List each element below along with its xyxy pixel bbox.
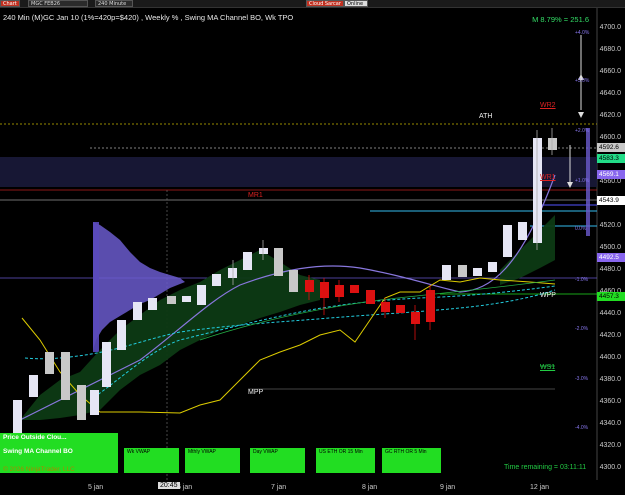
ws1-label: WS1 <box>540 364 556 371</box>
candle <box>289 270 298 292</box>
copyright-text: © 2026 NinjaTrader, LLC <box>3 466 75 473</box>
candle <box>148 298 157 310</box>
candle <box>117 320 126 350</box>
percent-marker: +2.0% <box>575 128 590 134</box>
mpp-label: MPP <box>248 389 264 396</box>
price-tick-label: 4680.0 <box>599 46 621 53</box>
candle <box>335 285 344 297</box>
overnight-range-band <box>0 157 597 187</box>
time-remaining: Time remaining = 03:11:11 <box>504 464 587 471</box>
price-chart[interactable] <box>0 0 625 495</box>
wr2-label: WR2 <box>540 102 556 109</box>
candle <box>197 285 206 305</box>
candle <box>473 268 482 276</box>
candle <box>243 252 252 270</box>
candle <box>228 268 237 278</box>
cursor-time-label: 20:45 <box>158 482 180 489</box>
price-tag: 4492.5 <box>597 253 625 262</box>
price-tag: 4592.6 <box>597 143 625 152</box>
price-tick-label: 4620.0 <box>599 112 621 119</box>
ath-label: ATH <box>479 113 493 120</box>
wk-vwap-button[interactable]: Wk VWAP <box>124 448 179 473</box>
date-tick-label: 9 jan <box>440 484 456 491</box>
price-tick-label: 4600.0 <box>599 134 621 141</box>
price-tick-label: 4640.0 <box>599 90 621 97</box>
gc-rth-or-button[interactable]: GC RTH OR 5 Min <box>382 448 441 473</box>
wr1-label: WR1 <box>540 174 556 181</box>
candle <box>29 375 38 397</box>
candle <box>182 296 191 302</box>
candle <box>77 385 86 420</box>
price-tick-label: 4520.0 <box>599 222 621 229</box>
price-tag: 4543.9 <box>597 196 625 205</box>
price-tick-label: 4560.0 <box>599 178 621 185</box>
candle <box>90 390 99 415</box>
price-tag: 4457.3 <box>597 292 625 301</box>
mthly-vwap-button[interactable]: Mthly VWAP <box>185 448 240 473</box>
candle <box>102 342 111 387</box>
candle <box>458 265 467 277</box>
price-tag: 4569.1 <box>597 170 625 179</box>
date-tick-label: 7 jan <box>271 484 287 491</box>
date-tick-label: 5 jan <box>88 484 104 491</box>
us-eth-or-button[interactable]: US ETH OR 15 Min <box>316 448 375 473</box>
candle <box>350 285 359 293</box>
price-tag: 4583.3 <box>597 154 625 163</box>
mr1-label: MR1 <box>248 192 263 199</box>
candle <box>274 248 283 276</box>
candle <box>61 352 70 400</box>
percent-marker: +3.0% <box>575 78 590 84</box>
price-tick-label: 4380.0 <box>599 376 621 383</box>
candle <box>212 274 221 286</box>
price-tick-label: 4320.0 <box>599 442 621 449</box>
percent-marker: 0.0% <box>575 226 587 232</box>
percent-marker: -2.0% <box>575 326 589 332</box>
candle <box>320 282 329 298</box>
price-tick-label: 4660.0 <box>599 68 621 75</box>
price-tick-label: 4400.0 <box>599 354 621 361</box>
wpp-label: WPP <box>540 292 556 299</box>
candle <box>45 352 54 374</box>
candle <box>366 290 375 304</box>
candle <box>396 305 405 313</box>
price-outside-cloud-button[interactable]: Price Outside Clou... <box>0 433 118 447</box>
candle <box>13 400 22 435</box>
percent-marker: +4.0% <box>575 30 590 36</box>
date-tick-label: 8 jan <box>362 484 378 491</box>
date-tick-label: 12 jan <box>530 484 550 491</box>
percent-marker: -3.0% <box>575 376 589 382</box>
price-tick-label: 4340.0 <box>599 420 621 427</box>
percent-marker: +1.0% <box>575 178 590 184</box>
candle <box>305 280 314 292</box>
percent-marker: -4.0% <box>575 425 589 431</box>
price-tick-label: 4440.0 <box>599 310 621 317</box>
candle <box>518 222 527 240</box>
candle <box>411 312 420 324</box>
percent-marker: -1.0% <box>575 277 589 283</box>
swing-ma-channel-button[interactable]: Swing MA Channel BO <box>0 447 118 461</box>
price-tick-label: 4700.0 <box>599 24 621 31</box>
price-tick-label: 4360.0 <box>599 398 621 405</box>
day-vwap-button[interactable]: Day VWAP <box>250 448 305 473</box>
price-tick-label: 4500.0 <box>599 244 621 251</box>
candle <box>133 302 142 320</box>
candle <box>167 296 176 304</box>
price-tick-label: 4420.0 <box>599 332 621 339</box>
candle <box>259 248 268 254</box>
price-tick-label: 4480.0 <box>599 266 621 273</box>
candle <box>503 225 512 257</box>
candle <box>533 138 542 243</box>
price-tick-label: 4300.0 <box>599 464 621 471</box>
candle <box>442 265 451 280</box>
candle <box>426 290 435 322</box>
candle <box>381 302 390 312</box>
candle <box>488 262 497 272</box>
candle <box>548 138 557 150</box>
